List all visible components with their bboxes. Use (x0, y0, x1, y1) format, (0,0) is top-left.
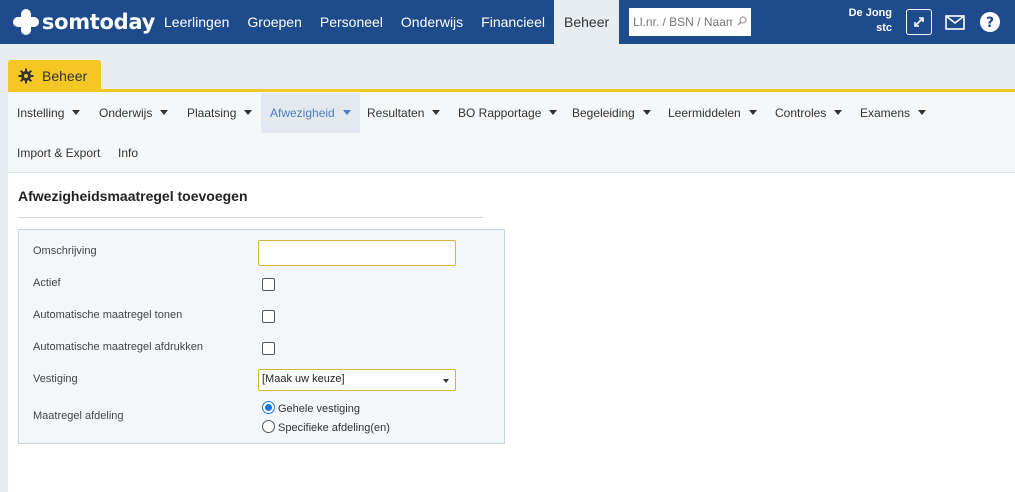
caret-down-icon (918, 110, 927, 116)
nav-item-personeel[interactable]: Personeel (311, 0, 392, 44)
auto-tonen-label: Automatische maatregel tonen (33, 309, 183, 321)
auto-afdrukken-checkbox[interactable] (262, 342, 275, 355)
auto-tonen-checkbox[interactable] (262, 310, 275, 323)
submenu-item-onderwijs[interactable]: Onderwijs (99, 93, 169, 133)
form-box: Omschrijving Actief Automatische maatreg… (18, 229, 505, 444)
left-gutter (0, 92, 8, 492)
radio-gehele-vestiging[interactable] (262, 401, 275, 414)
submenu-item-bo-rapportage[interactable]: BO Rapportage (458, 93, 558, 133)
caret-down-icon (244, 110, 253, 116)
actief-label: Actief (33, 277, 61, 289)
submenu-item-plaatsing[interactable]: Plaatsing (187, 93, 253, 133)
content-panel: Instelling Onderwijs Plaatsing Afwezighe… (8, 92, 1015, 492)
submenu-item-info[interactable]: Info (118, 133, 138, 173)
caret-down-icon (748, 110, 757, 116)
module-tab-beheer[interactable]: Beheer (8, 60, 101, 92)
submenu-label: Plaatsing (187, 106, 237, 120)
search-icon[interactable] (737, 16, 747, 26)
submenu-label: Onderwijs (99, 106, 153, 120)
submenu-item-controles[interactable]: Controles (775, 93, 843, 133)
module-strip: Beheer (0, 44, 1015, 92)
svg-text:?: ? (986, 15, 994, 31)
caret-down-icon (342, 110, 351, 116)
logo[interactable]: somtoday (0, 0, 155, 44)
nav-item-leerlingen[interactable]: Leerlingen (155, 0, 238, 44)
caret-down-icon (443, 379, 449, 383)
submenu-item-import-export[interactable]: Import & Export (17, 133, 100, 173)
nav-item-groepen[interactable]: Groepen (238, 0, 310, 44)
user-name: De Jong (848, 7, 892, 19)
main-nav: Leerlingen Groepen Personeel Onderwijs F… (155, 0, 620, 44)
afdeling-label: Maatregel afdeling (33, 410, 124, 422)
submenu-label: Begeleiding (572, 106, 635, 120)
submenu-label: Controles (775, 106, 827, 120)
vestiging-label: Vestiging (33, 373, 78, 385)
page-title: Afwezigheidsmaatregel toevoegen (18, 188, 248, 204)
caret-down-icon (834, 110, 843, 116)
search-box (629, 8, 752, 36)
mail-icon[interactable] (942, 9, 968, 35)
user-info[interactable]: De Jong stc (820, 6, 892, 36)
submenu-item-afwezigheid[interactable]: Afwezigheid (261, 93, 360, 133)
user-role: stc (876, 22, 892, 34)
submenu-label: Leermiddelen (668, 106, 741, 120)
caret-down-icon (432, 110, 441, 116)
submenu-item-resultaten[interactable]: Resultaten (367, 93, 441, 133)
submenu-label: Instelling (17, 106, 65, 120)
submenu-item-instelling[interactable]: Instelling (17, 93, 81, 133)
search-input[interactable] (629, 8, 752, 36)
submenu-item-leermiddelen[interactable]: Leermiddelen (668, 93, 757, 133)
module-label: Beheer (42, 68, 88, 84)
submenu-item-examens[interactable]: Examens (860, 93, 927, 133)
submenu-label: Examens (860, 106, 911, 120)
auto-afdrukken-label: Automatische maatregel afdrukken (33, 341, 203, 353)
nav-item-financieel[interactable]: Financieel (472, 0, 554, 44)
caret-down-icon (72, 110, 81, 116)
vestiging-select[interactable]: [Maak uw keuze] (258, 369, 456, 391)
omschrijving-label: Omschrijving (33, 245, 97, 257)
radio-label-gehele-vestiging: Gehele vestiging (278, 403, 360, 415)
expand-icon[interactable] (906, 9, 932, 35)
nav-item-onderwijs[interactable]: Onderwijs (392, 0, 472, 44)
title-divider (18, 217, 483, 218)
caret-down-icon (160, 110, 169, 116)
submenu-label: Afwezigheid (270, 106, 335, 120)
vestiging-selected-value: [Maak uw keuze] (262, 373, 345, 385)
caret-down-icon (549, 110, 558, 116)
caret-down-icon (642, 110, 651, 116)
actief-checkbox[interactable] (262, 278, 275, 291)
gear-icon (18, 68, 34, 84)
nav-item-beheer[interactable]: Beheer (554, 0, 620, 44)
submenu: Instelling Onderwijs Plaatsing Afwezighe… (8, 92, 1015, 173)
submenu-label: Resultaten (367, 106, 425, 120)
radio-label-specifieke-afdeling: Specifieke afdeling(en) (278, 422, 390, 434)
help-icon[interactable]: ? (977, 9, 1003, 35)
brand-name: somtoday (41, 10, 155, 34)
radio-specifieke-afdeling[interactable] (262, 420, 275, 433)
submenu-label: BO Rapportage (458, 106, 542, 120)
omschrijving-input[interactable] (258, 240, 456, 266)
puzzle-cross-icon (13, 9, 39, 35)
submenu-item-begeleiding[interactable]: Begeleiding (572, 93, 651, 133)
